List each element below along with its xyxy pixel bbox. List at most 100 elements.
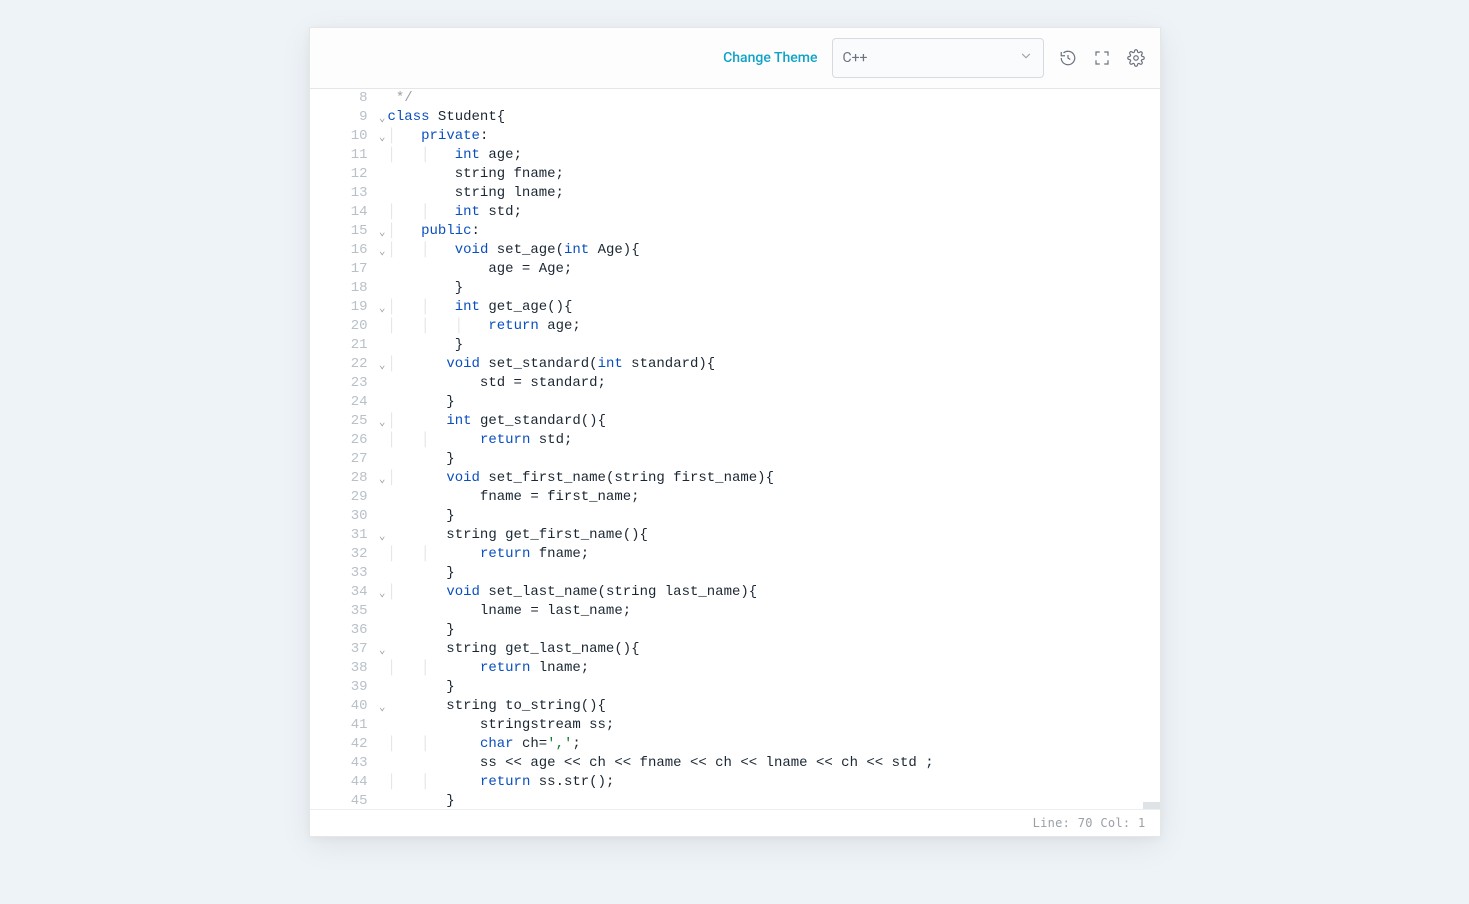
settings-icon[interactable] <box>1126 48 1146 68</box>
code-line[interactable]: │ public: <box>388 222 1160 241</box>
code-line[interactable]: │ int get_standard(){ <box>388 412 1160 431</box>
line-number: 32 <box>310 545 372 564</box>
code-line[interactable]: │ void set_standard(int standard){ <box>388 355 1160 374</box>
line-number: 25⌄ <box>310 412 372 431</box>
code-area[interactable]: */class Student{│ private:│ │ int age; s… <box>388 89 1160 809</box>
code-line[interactable]: } <box>388 393 1160 412</box>
code-line[interactable]: │ │ int get_age(){ <box>388 298 1160 317</box>
code-line[interactable]: string lname; <box>388 184 1160 203</box>
line-number: 37⌄ <box>310 640 372 659</box>
code-line[interactable]: } <box>388 507 1160 526</box>
fold-toggle-icon[interactable]: ⌄ <box>379 357 386 376</box>
code-line[interactable]: │ │ return std; <box>388 431 1160 450</box>
code-line[interactable]: │ │ return lname; <box>388 659 1160 678</box>
code-line[interactable]: │ │ return ss.str(); <box>388 773 1160 792</box>
code-line[interactable]: class Student{ <box>388 108 1160 127</box>
editor-panel: Change Theme C++ 89⌄10⌄1112131415⌄16⌄17 1… <box>309 27 1161 837</box>
line-number: 19⌄ <box>310 298 372 317</box>
editor-toolbar: Change Theme C++ <box>310 28 1160 89</box>
line-number: 20 <box>310 317 372 336</box>
fullscreen-icon[interactable] <box>1092 48 1112 68</box>
line-number: 30 <box>310 507 372 526</box>
code-line[interactable]: │ void set_last_name(string last_name){ <box>388 583 1160 602</box>
fold-toggle-icon[interactable]: ⌄ <box>379 414 386 433</box>
code-line[interactable]: string to_string(){ <box>388 697 1160 716</box>
line-number: 22⌄ <box>310 355 372 374</box>
code-line[interactable]: } <box>388 279 1160 298</box>
fold-toggle-icon[interactable]: ⌄ <box>379 224 386 243</box>
line-number: 28⌄ <box>310 469 372 488</box>
status-line-value: 70 <box>1078 816 1093 830</box>
code-line[interactable]: string get_first_name(){ <box>388 526 1160 545</box>
line-number: 24 <box>310 393 372 412</box>
line-number: 40⌄ <box>310 697 372 716</box>
line-number: 31⌄ <box>310 526 372 545</box>
line-number: 9⌄ <box>310 108 372 127</box>
line-number: 44 <box>310 773 372 792</box>
status-line-label: Line: <box>1033 816 1071 830</box>
line-number: 10⌄ <box>310 127 372 146</box>
fold-toggle-icon[interactable]: ⌄ <box>379 300 386 319</box>
line-number: 13 <box>310 184 372 203</box>
line-number: 21 <box>310 336 372 355</box>
code-editor[interactable]: 89⌄10⌄1112131415⌄16⌄171819⌄202122⌄232425… <box>310 89 1160 809</box>
fold-toggle-icon[interactable]: ⌄ <box>379 110 386 129</box>
code-line[interactable]: ss << age << ch << fname << ch << lname … <box>388 754 1160 773</box>
line-number: 43 <box>310 754 372 773</box>
code-line[interactable]: } <box>388 336 1160 355</box>
line-number: 36 <box>310 621 372 640</box>
line-number: 8 <box>310 89 372 108</box>
code-line[interactable]: │ │ char ch=','; <box>388 735 1160 754</box>
fold-toggle-icon[interactable]: ⌄ <box>379 243 386 262</box>
code-line[interactable]: │ void set_first_name(string first_name)… <box>388 469 1160 488</box>
line-number: 17 <box>310 260 372 279</box>
line-number-gutter: 89⌄10⌄1112131415⌄16⌄171819⌄202122⌄232425… <box>310 89 372 809</box>
line-number: 23 <box>310 374 372 393</box>
code-line[interactable]: fname = first_name; <box>388 488 1160 507</box>
code-line[interactable]: } <box>388 792 1160 809</box>
fold-toggle-icon[interactable]: ⌄ <box>379 129 386 148</box>
change-theme-link[interactable]: Change Theme <box>723 50 817 66</box>
code-line[interactable]: │ │ int std; <box>388 203 1160 222</box>
line-number: 11 <box>310 146 372 165</box>
line-number: 42 <box>310 735 372 754</box>
fold-toggle-icon[interactable]: ⌄ <box>379 642 386 661</box>
code-line[interactable]: } <box>388 564 1160 583</box>
code-line[interactable]: */ <box>388 89 1160 108</box>
line-number: 34⌄ <box>310 583 372 602</box>
code-line[interactable]: │ │ │ return age; <box>388 317 1160 336</box>
code-line[interactable]: │ │ void set_age(int Age){ <box>388 241 1160 260</box>
line-number: 16⌄ <box>310 241 372 260</box>
code-line[interactable]: string get_last_name(){ <box>388 640 1160 659</box>
code-line[interactable]: string fname; <box>388 165 1160 184</box>
line-number: 15⌄ <box>310 222 372 241</box>
code-line[interactable]: } <box>388 678 1160 697</box>
code-line[interactable]: } <box>388 621 1160 640</box>
fold-toggle-icon[interactable]: ⌄ <box>379 528 386 547</box>
editor-status-bar: Line: 70 Col: 1 <box>310 809 1160 836</box>
line-number: 39 <box>310 678 372 697</box>
line-number: 41 <box>310 716 372 735</box>
line-number: 12 <box>310 165 372 184</box>
history-icon[interactable] <box>1058 48 1078 68</box>
fold-toggle-icon[interactable]: ⌄ <box>379 471 386 490</box>
line-number: 14 <box>310 203 372 222</box>
scrollbar-indicator[interactable] <box>1143 802 1160 809</box>
code-line[interactable]: std = standard; <box>388 374 1160 393</box>
status-col-label: Col: <box>1100 816 1130 830</box>
language-select[interactable]: C++ <box>832 38 1044 78</box>
line-number: 45 <box>310 792 372 809</box>
line-number: 26 <box>310 431 372 450</box>
code-line[interactable]: age = Age; <box>388 260 1160 279</box>
line-number: 33 <box>310 564 372 583</box>
code-line[interactable]: stringstream ss; <box>388 716 1160 735</box>
code-line[interactable]: lname = last_name; <box>388 602 1160 621</box>
chevron-down-icon <box>1019 49 1033 67</box>
line-number: 27 <box>310 450 372 469</box>
fold-toggle-icon[interactable]: ⌄ <box>379 585 386 604</box>
code-line[interactable]: │ │ return fname; <box>388 545 1160 564</box>
code-line[interactable]: │ private: <box>388 127 1160 146</box>
fold-toggle-icon[interactable]: ⌄ <box>379 699 386 718</box>
code-line[interactable]: │ │ int age; <box>388 146 1160 165</box>
code-line[interactable]: } <box>388 450 1160 469</box>
